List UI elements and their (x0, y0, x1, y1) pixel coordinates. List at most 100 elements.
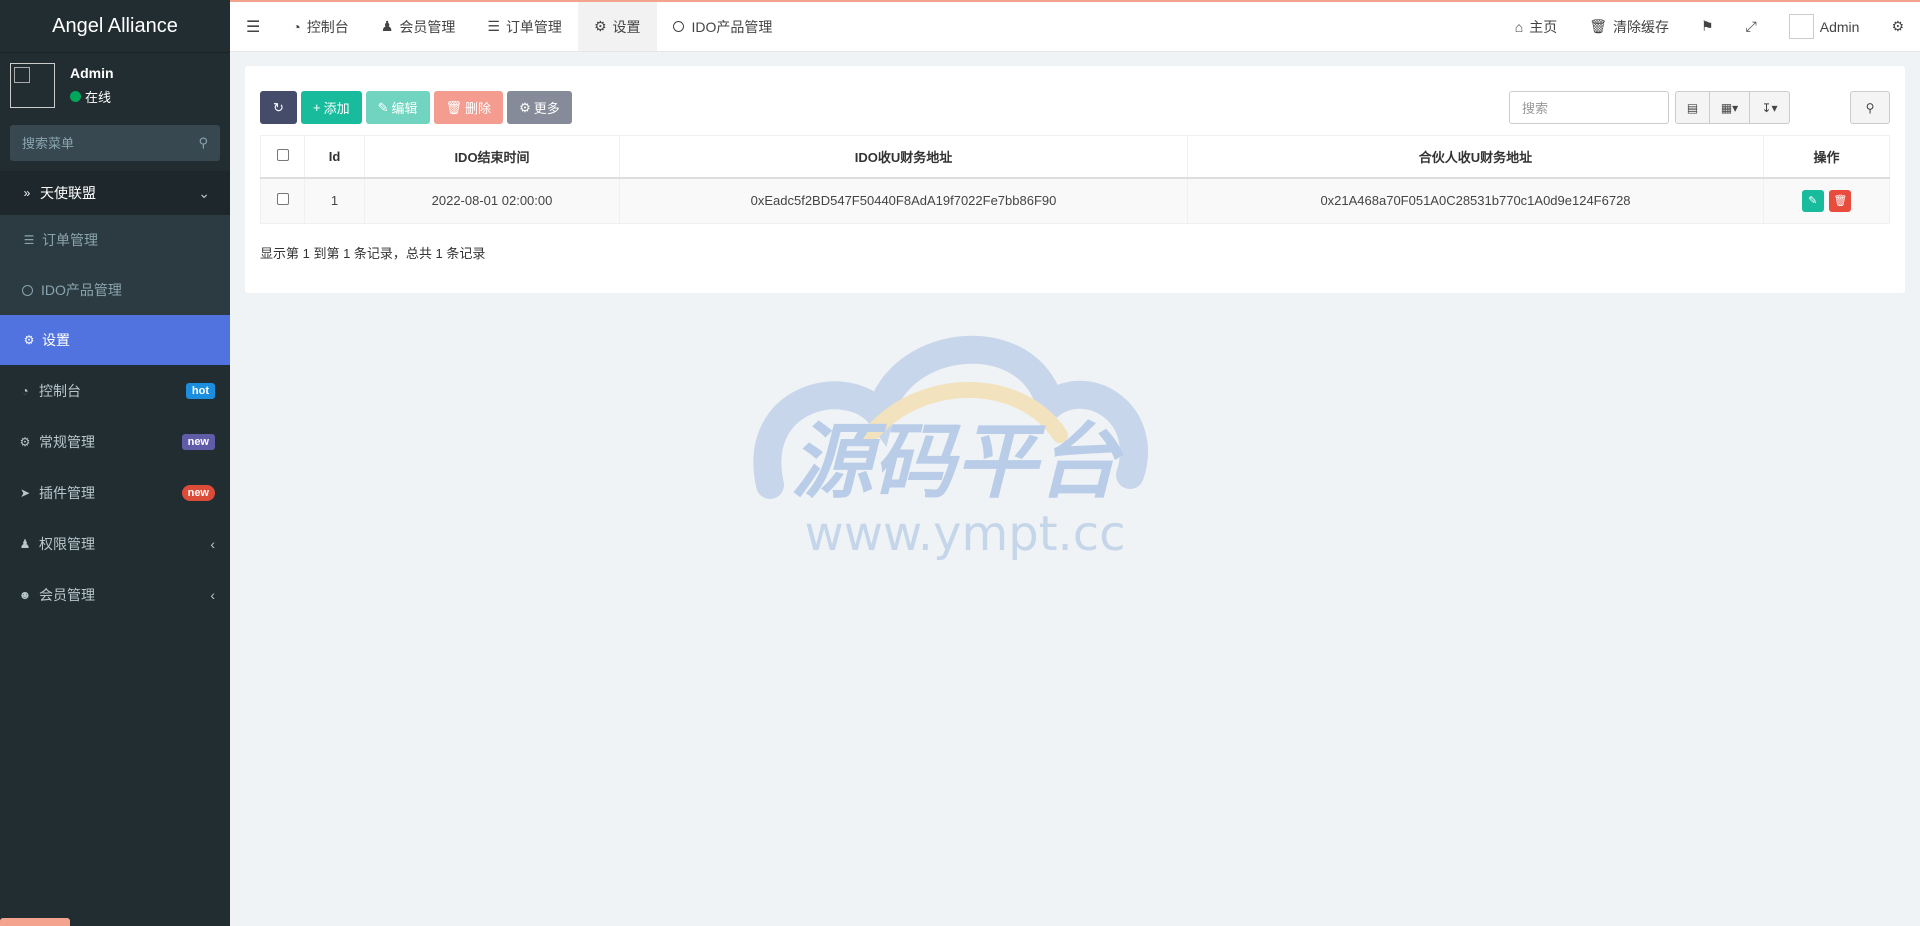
chevron-left-icon: ‹ (210, 535, 215, 552)
cogs-icon: ⚙ (19, 434, 31, 449)
rocket-icon: ➤ (19, 485, 31, 500)
circle-icon (22, 284, 33, 296)
plus-icon: + (313, 100, 321, 115)
row-delete-button[interactable]: 🗑 (1829, 189, 1852, 212)
user-status-label: 在线 (85, 90, 112, 105)
delete-button[interactable]: 🗑 删除 (433, 91, 504, 124)
tab-members[interactable]: ♟ 会员管理 (365, 2, 472, 51)
language-icon[interactable]: ⚑ (1685, 2, 1730, 51)
sidebar-item-label: 设置 (42, 332, 70, 348)
users-icon: ♟ (19, 536, 31, 551)
sidebar: Angel Alliance Admin 在线 ⚲ » 天使联盟 ⌄ ☰ 订单管理… (0, 0, 230, 926)
tab-dashboard[interactable]: ◔ 控制台 (276, 2, 364, 51)
tab-label: 设置 (612, 18, 641, 35)
sidebar-item-label: 订单管理 (42, 232, 98, 248)
sidebar-item-label: 会员管理 (39, 586, 95, 603)
corner-tab (0, 918, 70, 926)
gear-icon: ⚙ (23, 333, 35, 347)
user-status: 在线 (70, 87, 114, 106)
pagination-summary: 显示第 1 到第 1 条记录，总共 1 条记录 (260, 246, 486, 261)
trash-icon: 🗑 (445, 99, 463, 115)
sidebar-item-label: 插件管理 (39, 484, 95, 501)
search-icon[interactable]: ⚲ (198, 135, 208, 151)
cogs-icon[interactable]: ⚙ (1875, 2, 1920, 51)
refresh-button[interactable]: ↻ (260, 91, 297, 124)
double-chevron-right-icon: » (23, 186, 31, 200)
new-badge: new (181, 484, 215, 501)
list-icon: ☰ (23, 233, 35, 247)
admin-name: Admin (1819, 18, 1860, 35)
cell-end-time: 2022-08-01 02:00:00 (364, 177, 620, 224)
cell-id: 1 (304, 177, 365, 224)
dashboard-icon: ◔ (21, 383, 29, 398)
user-icon: ♟ (380, 18, 394, 34)
sidebar-item-plugins[interactable]: ➤ 插件管理 new (0, 467, 230, 518)
sidebar-item-ido-products[interactable]: IDO产品管理 (0, 265, 230, 315)
user-circle-icon: ☻ (18, 587, 32, 602)
columns-icon[interactable]: ▦▾ (1710, 91, 1750, 124)
sidebar-item-permissions[interactable]: ♟ 权限管理 ‹ (0, 518, 230, 569)
row-edit-button[interactable]: ✎ (1801, 189, 1824, 212)
row-checkbox[interactable] (276, 193, 289, 206)
cell-partner-address: 0x21A468a70F051A0C28531b770c1A0d9e124F67… (1187, 177, 1764, 224)
clear-cache-button[interactable]: 🗑 清除缓存 (1573, 2, 1685, 51)
trash-icon: 🗑 (1833, 195, 1848, 208)
tab-ido-products[interactable]: IDO产品管理 (657, 2, 789, 51)
select-all-cell (260, 135, 305, 179)
column-header-partner-address[interactable]: 合伙人收U财务地址 (1187, 135, 1764, 179)
select-all-checkbox[interactable] (276, 148, 289, 161)
edit-button[interactable]: ✎ 编辑 (365, 91, 430, 124)
sidebar-item-general[interactable]: ⚙ 常规管理 new (0, 416, 230, 467)
toolbar: ↻ + 添加 ✎ 编辑 🗑 删除 ⚙ 更多 (260, 91, 572, 124)
column-header-id[interactable]: Id (304, 135, 365, 179)
list-icon: ☰ (487, 18, 500, 34)
more-button[interactable]: ⚙ 更多 (507, 91, 572, 124)
watermark-url: www.ympt.cc (804, 506, 1125, 562)
sidebar-group-label: 天使联盟 (40, 185, 96, 201)
more-label: 更多 (533, 101, 560, 116)
user-panel: Admin 在线 (0, 53, 230, 115)
column-header-end-time[interactable]: IDO结束时间 (364, 135, 620, 179)
sidebar-item-label: IDO产品管理 (41, 282, 122, 298)
table-header-row: Id IDO结束时间 IDO收U财务地址 合伙人收U财务地址 操作 (260, 135, 1890, 179)
online-dot-icon (70, 91, 81, 102)
tab-orders[interactable]: ☰ 订单管理 (471, 2, 578, 51)
delete-label: 删除 (465, 101, 492, 116)
dashboard-icon: ◔ (292, 18, 301, 35)
table-row: 1 2022-08-01 02:00:00 0xEadc5f2BD547F504… (260, 177, 1890, 224)
sidebar-item-settings[interactable]: ⚙ 设置 (0, 315, 230, 365)
gear-icon: ⚙ (593, 18, 607, 34)
avatar (10, 63, 55, 108)
cell-actions: ✎ 🗑 (1763, 177, 1890, 224)
menu-search-input[interactable] (22, 135, 172, 151)
sidebar-item-orders[interactable]: ☰ 订单管理 (0, 215, 230, 265)
add-button[interactable]: + 添加 (301, 91, 362, 124)
sidebar-item-members[interactable]: ☻ 会员管理 ‹ (0, 569, 230, 620)
column-header-ido-address[interactable]: IDO收U财务地址 (619, 135, 1188, 179)
sidebar-item-label: 控制台 (39, 382, 81, 399)
table-search-input[interactable]: 搜索 (1509, 91, 1669, 124)
avatar (1788, 14, 1814, 39)
tab-label: IDO产品管理 (691, 18, 773, 35)
tab-label: 订单管理 (505, 18, 562, 35)
edit-label: 编辑 (391, 101, 418, 116)
gear-icon: ⚙ (519, 99, 531, 115)
refresh-icon: ↻ (273, 99, 284, 115)
toggle-view-icon[interactable]: ▤ (1675, 91, 1710, 124)
sidebar-group-angel-alliance[interactable]: » 天使联盟 ⌄ (0, 171, 230, 215)
user-name: Admin (70, 65, 114, 81)
advanced-search-icon[interactable]: ⚲ (1850, 91, 1890, 124)
pencil-icon: ✎ (1808, 195, 1818, 208)
tab-settings[interactable]: ⚙ 设置 (577, 2, 657, 51)
admin-menu[interactable]: Admin (1773, 2, 1876, 51)
sidebar-toggle-icon[interactable]: ☰ (230, 2, 276, 51)
column-header-actions: 操作 (1763, 135, 1890, 179)
fullscreen-icon[interactable]: ⤢ (1730, 2, 1773, 51)
export-icon[interactable]: ↧▾ (1750, 91, 1790, 124)
sidebar-item-dashboard[interactable]: ◔ 控制台 hot (0, 365, 230, 416)
new-badge: new (181, 433, 215, 450)
tab-label: 会员管理 (399, 18, 456, 35)
home-link[interactable]: ⌂ 主页 (1499, 2, 1573, 51)
menu-search: ⚲ (10, 125, 220, 161)
brand-logo[interactable]: Angel Alliance (0, 0, 230, 53)
